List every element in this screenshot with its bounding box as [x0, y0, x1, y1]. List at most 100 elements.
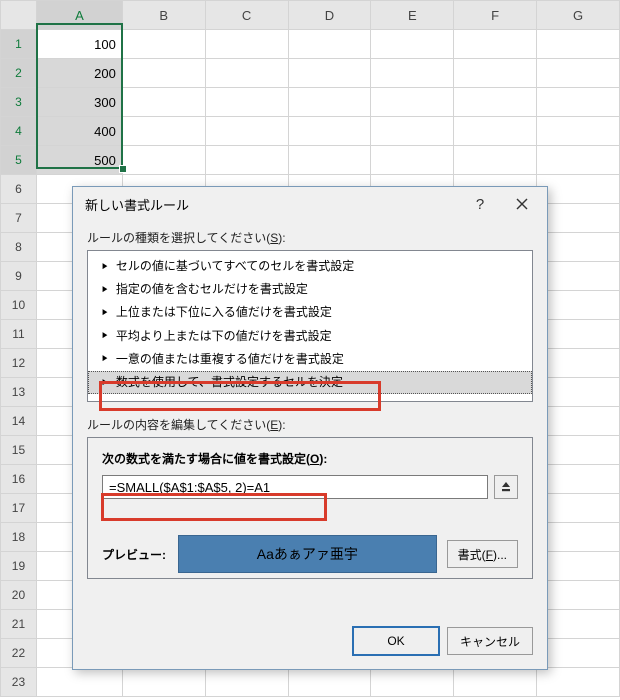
cell[interactable]	[122, 668, 205, 697]
rule-type-item[interactable]: ►セルの値に基づいてすべてのセルを書式設定	[88, 255, 532, 278]
cell[interactable]	[205, 668, 288, 697]
col-header[interactable]: A	[36, 1, 122, 30]
rule-type-item[interactable]: ►数式を使用して、書式設定するセルを決定	[88, 371, 532, 394]
cell[interactable]	[371, 146, 454, 175]
cell[interactable]: 100	[36, 30, 122, 59]
rule-type-item[interactable]: ►平均より上または下の値だけを書式設定	[88, 325, 532, 348]
cell[interactable]	[288, 668, 371, 697]
col-header[interactable]: E	[371, 1, 454, 30]
row-header[interactable]: 1	[1, 30, 37, 59]
cell[interactable]	[454, 30, 537, 59]
row-header[interactable]: 19	[1, 552, 37, 581]
select-all-corner[interactable]	[1, 1, 37, 30]
col-header[interactable]: G	[537, 1, 620, 30]
help-button[interactable]: ?	[459, 190, 501, 218]
cell[interactable]	[537, 146, 620, 175]
row-header[interactable]: 7	[1, 204, 37, 233]
row-header[interactable]: 4	[1, 117, 37, 146]
row-header[interactable]: 16	[1, 465, 37, 494]
cell[interactable]	[122, 30, 205, 59]
cell[interactable]	[537, 349, 620, 378]
cell[interactable]	[537, 436, 620, 465]
cell[interactable]	[122, 59, 205, 88]
row-header[interactable]: 11	[1, 320, 37, 349]
row-header[interactable]: 5	[1, 146, 37, 175]
cell[interactable]	[371, 30, 454, 59]
cell[interactable]	[205, 88, 288, 117]
row-header[interactable]: 15	[1, 436, 37, 465]
cell[interactable]	[537, 30, 620, 59]
cell[interactable]	[537, 291, 620, 320]
cell[interactable]	[205, 30, 288, 59]
cell[interactable]	[537, 88, 620, 117]
cell[interactable]	[122, 146, 205, 175]
cell[interactable]	[205, 59, 288, 88]
row-header[interactable]: 8	[1, 233, 37, 262]
cell[interactable]	[371, 668, 454, 697]
cell[interactable]	[371, 117, 454, 146]
rule-type-item[interactable]: ►上位または下位に入る値だけを書式設定	[88, 301, 532, 324]
cell[interactable]: 400	[36, 117, 122, 146]
row-header[interactable]: 9	[1, 262, 37, 291]
cell[interactable]	[537, 233, 620, 262]
cell[interactable]	[205, 146, 288, 175]
cell[interactable]	[371, 88, 454, 117]
row-header[interactable]: 20	[1, 581, 37, 610]
cell[interactable]	[454, 117, 537, 146]
row-header[interactable]: 22	[1, 639, 37, 668]
cell[interactable]	[454, 59, 537, 88]
row-header[interactable]: 2	[1, 59, 37, 88]
cell[interactable]	[454, 146, 537, 175]
row-header[interactable]: 12	[1, 349, 37, 378]
row-header[interactable]: 18	[1, 523, 37, 552]
row-header[interactable]: 14	[1, 407, 37, 436]
ok-button[interactable]: OK	[353, 627, 439, 655]
cell[interactable]	[537, 465, 620, 494]
col-header[interactable]: D	[288, 1, 371, 30]
cell[interactable]	[537, 320, 620, 349]
cell[interactable]: 300	[36, 88, 122, 117]
col-header[interactable]: F	[454, 1, 537, 30]
cell[interactable]	[537, 378, 620, 407]
cell[interactable]	[537, 523, 620, 552]
col-header[interactable]: B	[122, 1, 205, 30]
row-header[interactable]: 13	[1, 378, 37, 407]
formula-input[interactable]	[102, 475, 488, 499]
cell[interactable]	[537, 175, 620, 204]
cell[interactable]	[537, 407, 620, 436]
rule-type-item[interactable]: ►一意の値または重複する値だけを書式設定	[88, 348, 532, 371]
dialog-titlebar[interactable]: 新しい書式ルール ?	[73, 187, 547, 221]
row-header[interactable]: 10	[1, 291, 37, 320]
cell[interactable]	[537, 552, 620, 581]
cell[interactable]	[122, 88, 205, 117]
cell[interactable]: 500	[36, 146, 122, 175]
row-header[interactable]: 21	[1, 610, 37, 639]
rule-type-list[interactable]: ►セルの値に基づいてすべてのセルを書式設定►指定の値を含むセルだけを書式設定►上…	[87, 250, 533, 402]
row-header[interactable]: 6	[1, 175, 37, 204]
cell[interactable]	[454, 668, 537, 697]
cell[interactable]	[537, 581, 620, 610]
cell[interactable]	[288, 30, 371, 59]
cell[interactable]	[288, 88, 371, 117]
cell[interactable]	[36, 668, 122, 697]
cell[interactable]	[205, 117, 288, 146]
cell[interactable]	[537, 639, 620, 668]
cell[interactable]	[288, 146, 371, 175]
cell[interactable]: 200	[36, 59, 122, 88]
cell[interactable]	[537, 668, 620, 697]
format-button[interactable]: 書式(F)...	[447, 540, 518, 568]
cell[interactable]	[537, 262, 620, 291]
cell[interactable]	[288, 59, 371, 88]
rule-type-item[interactable]: ►指定の値を含むセルだけを書式設定	[88, 278, 532, 301]
row-header[interactable]: 3	[1, 88, 37, 117]
col-header[interactable]: C	[205, 1, 288, 30]
cell[interactable]	[122, 117, 205, 146]
row-header[interactable]: 23	[1, 668, 37, 697]
close-button[interactable]	[501, 190, 543, 218]
row-header[interactable]: 17	[1, 494, 37, 523]
cell[interactable]	[537, 59, 620, 88]
cell[interactable]	[537, 117, 620, 146]
cell[interactable]	[537, 610, 620, 639]
cell[interactable]	[371, 59, 454, 88]
cell[interactable]	[454, 88, 537, 117]
